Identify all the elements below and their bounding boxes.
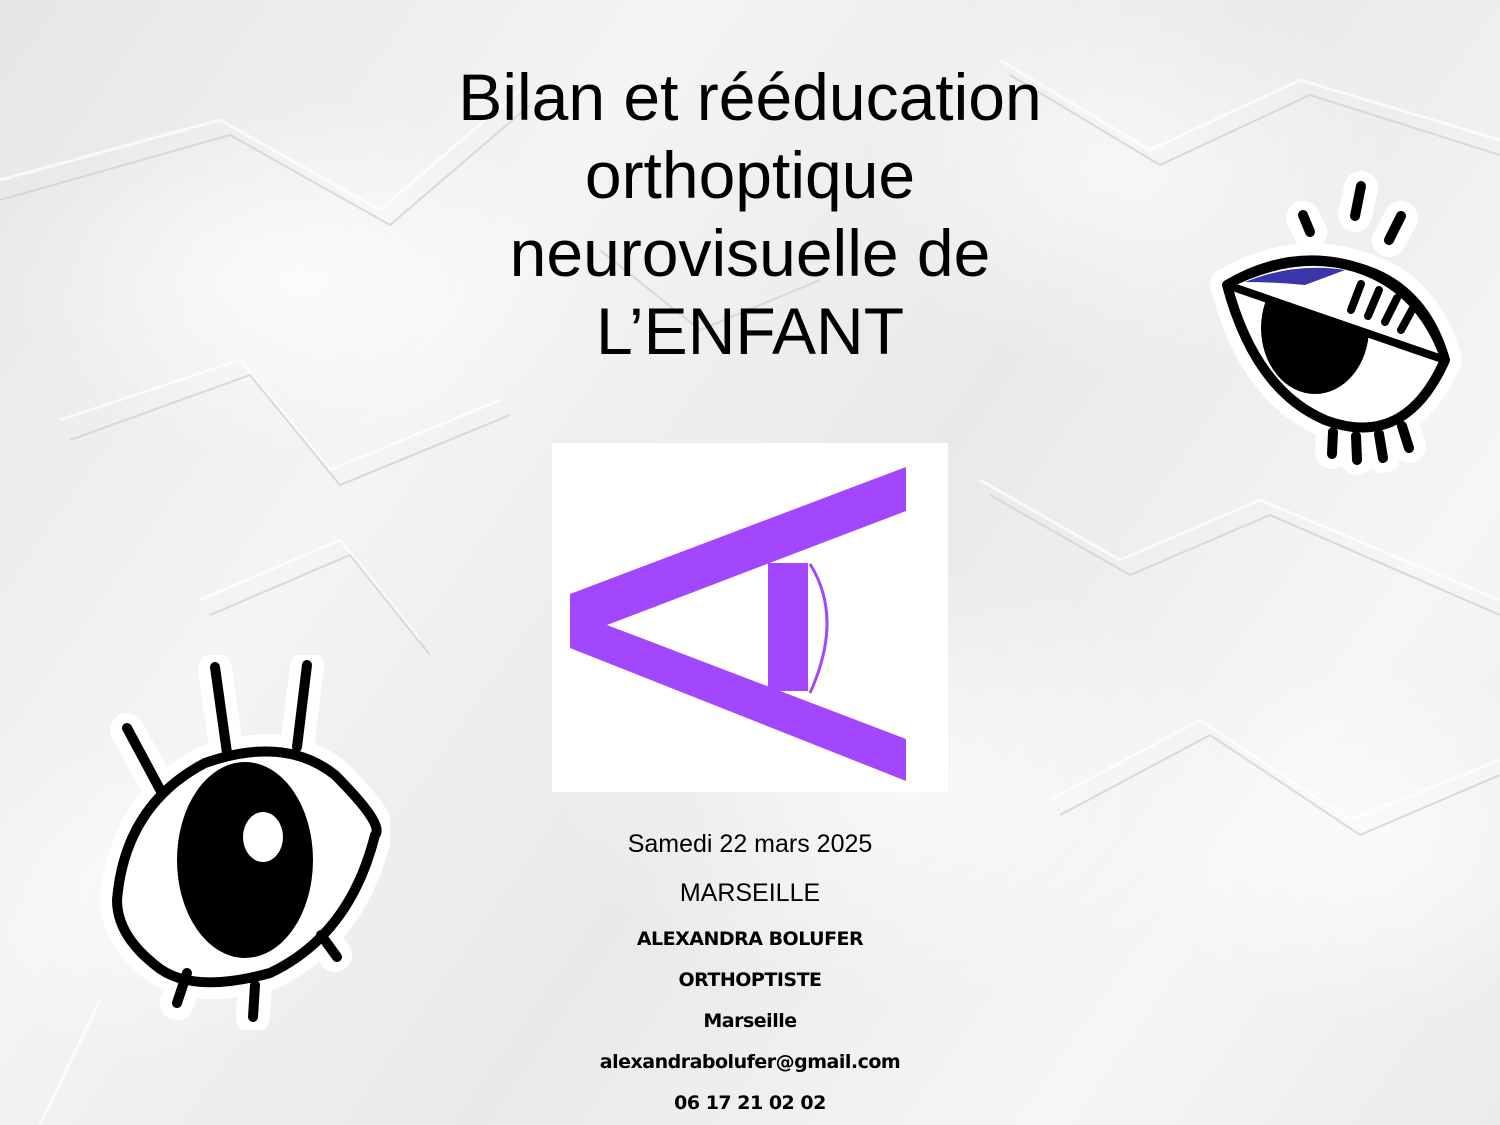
presenter-email: alexandrabolufer@gmail.com — [599, 1051, 901, 1073]
presenter-location: Marseille — [703, 1010, 797, 1032]
title-line-3: neurovisuelle de — [509, 216, 991, 290]
event-city: MARSEILLE — [679, 879, 821, 907]
presenter-profession: ORTHOPTISTE — [678, 969, 822, 991]
presenter-name: ALEXANDRA BOLUFER — [636, 928, 864, 950]
event-date: Samedi 22 mars 2025 — [627, 830, 873, 858]
title-line-2: orthoptique — [584, 138, 916, 212]
eye-sticker-icon — [95, 650, 394, 1034]
title-line-1: Bilan et rééducation — [458, 60, 1042, 134]
presentation-title: Bilan et rééducation orthoptique neurovi… — [350, 58, 1150, 370]
title-line-4: L’ENFANT — [595, 294, 905, 368]
triangle-eye-logo — [552, 443, 948, 792]
presenter-phone: 06 17 21 02 02 — [674, 1092, 826, 1114]
eye-sticker-icon — [1205, 170, 1465, 485]
